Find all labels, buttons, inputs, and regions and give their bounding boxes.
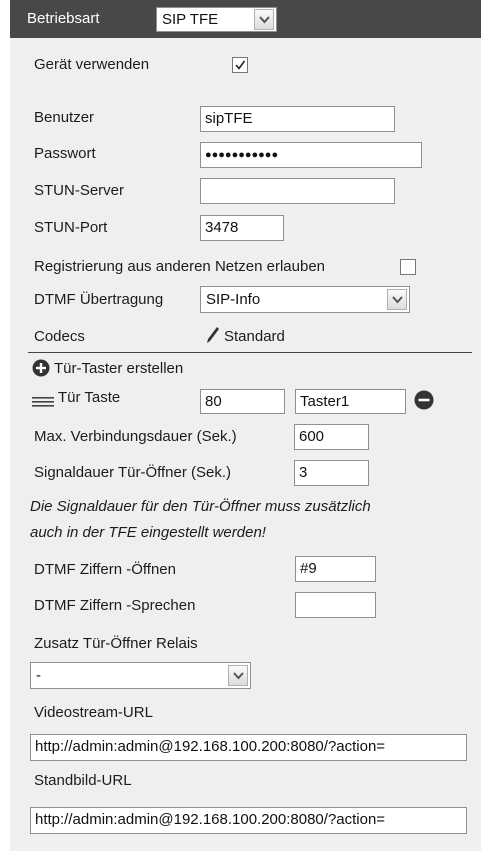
hinweis-text-line2: auch in der TFE eingestellt werden! <box>30 524 266 541</box>
dtmf-oeffnen-input[interactable]: #9 <box>295 556 376 582</box>
geraet-verwenden-checkbox[interactable] <box>232 57 248 73</box>
standbild-label: Standbild-URL <box>34 772 132 789</box>
dtmf-sprechen-input[interactable] <box>295 592 376 618</box>
tuer-taste-label: Tür Taste <box>58 389 121 406</box>
chevron-down-icon <box>387 289 407 310</box>
checkmark-icon <box>235 60 246 70</box>
videostream-url-input[interactable]: http://admin:admin@192.168.100.200:8080/… <box>30 734 467 761</box>
zusatz-relais-select[interactable]: - <box>30 662 251 689</box>
codecs-value-link[interactable]: Standard <box>224 328 285 345</box>
tuer-taste-name-input[interactable]: Taster1 <box>295 389 406 414</box>
drag-handle-icon[interactable] <box>32 394 54 411</box>
max-verbindungsdauer-label: Max. Verbindungsdauer (Sek.) <box>34 428 237 445</box>
zusatz-relais-label: Zusatz Tür-Öffner Relais <box>34 635 198 652</box>
signaldauer-label: Signaldauer Tür-Öffner (Sek.) <box>34 464 232 481</box>
hinweis-text-line1: Die Signaldauer für den Tür-Öffner muss … <box>30 498 371 515</box>
registrierung-checkbox[interactable] <box>400 259 416 275</box>
benutzer-label: Benutzer <box>34 109 95 126</box>
max-verbindungsdauer-input[interactable]: 600 <box>294 424 369 450</box>
dtmf-uebertragung-select[interactable]: SIP-Info <box>200 286 410 313</box>
tuer-taster-erstellen-link[interactable]: Tür-Taster erstellen <box>54 360 183 377</box>
benutzer-input[interactable]: sipTFE <box>200 106 395 132</box>
passwort-input[interactable]: ●●●●●●●●●●● <box>200 142 422 168</box>
registrierung-label: Registrierung aus anderen Netzen erlaube… <box>34 258 326 275</box>
section-divider <box>28 352 472 353</box>
stun-server-input[interactable] <box>200 178 395 204</box>
dtmf-uebertragung-label: DTMF Übertragung <box>34 291 164 308</box>
dtmf-uebertragung-value: SIP-Info <box>206 291 261 308</box>
zusatz-relais-value: - <box>36 667 41 684</box>
dtmf-oeffnen-label: DTMF Ziffern -Öffnen <box>34 561 176 578</box>
betriebsart-value: SIP TFE <box>162 11 219 28</box>
betriebsart-select[interactable]: SIP TFE <box>156 7 277 32</box>
standbild-url-input[interactable]: http://admin:admin@192.168.100.200:8080/… <box>30 807 467 834</box>
geraet-verwenden-label: Gerät verwenden <box>34 56 150 73</box>
add-circle-icon[interactable] <box>32 359 50 381</box>
betriebsart-label: Betriebsart <box>27 10 100 27</box>
videostream-label: Videostream-URL <box>34 704 153 721</box>
stun-port-input[interactable]: 3478 <box>200 215 284 241</box>
stun-server-label: STUN-Server <box>34 182 125 199</box>
codecs-label: Codecs <box>34 328 85 345</box>
remove-circle-icon[interactable] <box>414 390 434 414</box>
signaldauer-input[interactable]: 3 <box>294 460 369 486</box>
dtmf-sprechen-label: DTMF Ziffern -Sprechen <box>34 597 196 614</box>
passwort-label: Passwort <box>34 145 96 162</box>
chevron-down-icon <box>254 9 274 30</box>
stun-port-label: STUN-Port <box>34 219 108 236</box>
chevron-down-icon <box>228 665 248 686</box>
pencil-icon[interactable] <box>206 326 220 348</box>
tuer-taste-number-input[interactable]: 80 <box>200 389 285 414</box>
